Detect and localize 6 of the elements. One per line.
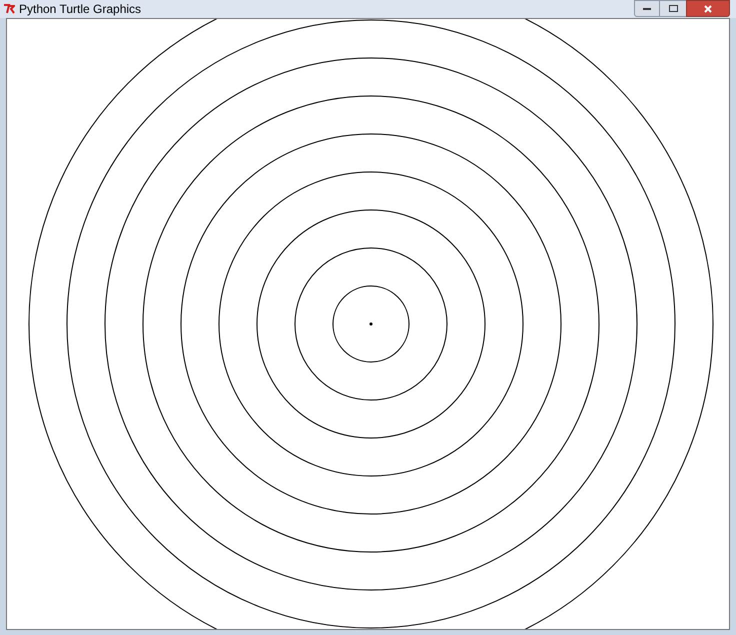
- close-icon: [704, 4, 712, 12]
- tk-feather-icon: [3, 3, 15, 15]
- maximize-button[interactable]: [660, 0, 686, 17]
- window-title: Python Turtle Graphics: [19, 1, 142, 18]
- close-button[interactable]: [686, 0, 730, 17]
- minimize-button[interactable]: [634, 0, 660, 17]
